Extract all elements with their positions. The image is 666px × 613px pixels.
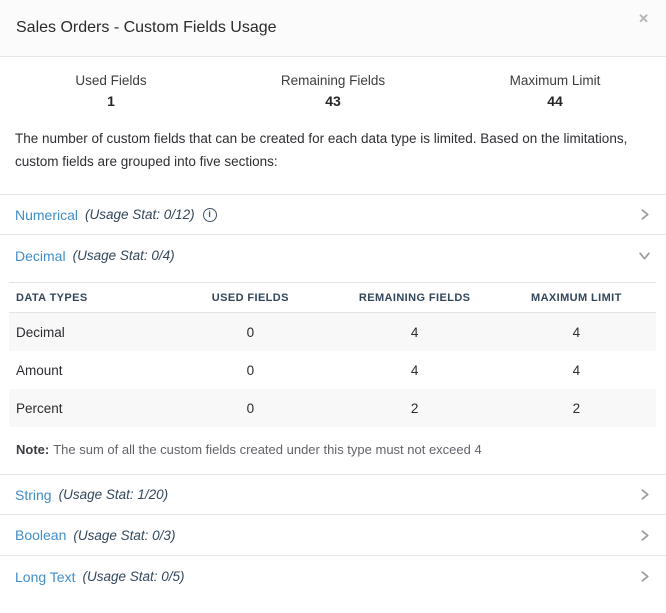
stat-remaining-fields: Remaining Fields 43 (222, 73, 444, 109)
col-header-remaining-fields: Remaining Fields (332, 292, 496, 304)
cell-used: 0 (168, 401, 332, 416)
modal-title: Sales Orders - Custom Fields Usage (16, 19, 277, 37)
info-icon[interactable]: i (203, 208, 217, 222)
usage-stat-string: (Usage Stat: 1/20) (59, 487, 169, 502)
stat-value: 43 (222, 93, 444, 109)
chevron-right-icon (638, 208, 651, 221)
note-text: The sum of all the custom fields created… (53, 442, 482, 457)
table-row: Percent 0 2 2 (9, 389, 656, 427)
cell-remaining: 4 (332, 363, 496, 378)
close-icon[interactable]: ✕ (638, 12, 649, 25)
section-link-long-text[interactable]: Long Text (15, 569, 75, 585)
summary-stats: Used Fields 1 Remaining Fields 43 Maximu… (0, 57, 666, 127)
section-link-boolean[interactable]: Boolean (15, 527, 66, 543)
usage-stat-boolean: (Usage Stat: 0/3) (73, 528, 175, 543)
custom-fields-usage-modal: Sales Orders - Custom Fields Usage ✕ Use… (0, 0, 666, 613)
note-label: Note: (16, 442, 49, 457)
col-header-maximum-limit: Maximum Limit (497, 292, 656, 304)
cell-data-type: Decimal (9, 325, 168, 340)
usage-stat-long-text: (Usage Stat: 0/5) (82, 569, 184, 584)
col-header-data-types: Data Types (9, 292, 168, 304)
stat-used-fields: Used Fields 1 (0, 73, 222, 109)
section-link-decimal[interactable]: Decimal (15, 248, 66, 264)
usage-stat-numerical: (Usage Stat: 0/12) (85, 207, 195, 222)
section-row-decimal[interactable]: Decimal (Usage Stat: 0/4) (0, 235, 666, 276)
col-header-used-fields: Used Fields (168, 292, 332, 304)
section-link-string[interactable]: String (15, 487, 52, 503)
chevron-right-icon (638, 529, 651, 542)
table-note: Note: The sum of all the custom fields cr… (0, 427, 666, 474)
stat-label: Used Fields (0, 73, 222, 88)
chevron-right-icon (638, 488, 651, 501)
cell-used: 0 (168, 325, 332, 340)
stat-value: 1 (0, 93, 222, 109)
stat-value: 44 (444, 93, 666, 109)
section-row-string[interactable]: String (Usage Stat: 1/20) (0, 474, 666, 515)
cell-remaining: 4 (332, 325, 496, 340)
cell-data-type: Percent (9, 401, 168, 416)
table-header-row: Data Types Used Fields Remaining Fields … (9, 283, 656, 313)
section-row-boolean[interactable]: Boolean (Usage Stat: 0/3) (0, 515, 666, 556)
chevron-right-icon (638, 570, 651, 583)
cell-maximum: 4 (497, 325, 656, 340)
modal-header: Sales Orders - Custom Fields Usage ✕ (0, 0, 666, 57)
table-row: Amount 0 4 4 (9, 351, 656, 389)
section-row-long-text[interactable]: Long Text (Usage Stat: 0/5) (0, 556, 666, 597)
stat-label: Remaining Fields (222, 73, 444, 88)
cell-used: 0 (168, 363, 332, 378)
stat-label: Maximum Limit (444, 73, 666, 88)
usage-stat-decimal: (Usage Stat: 0/4) (73, 248, 175, 263)
cell-maximum: 4 (497, 363, 656, 378)
table-row: Decimal 0 4 4 (9, 313, 656, 351)
cell-remaining: 2 (332, 401, 496, 416)
stat-maximum-limit: Maximum Limit 44 (444, 73, 666, 109)
section-row-numerical[interactable]: Numerical (Usage Stat: 0/12) i (0, 194, 666, 235)
decimal-usage-table: Data Types Used Fields Remaining Fields … (9, 282, 656, 427)
cell-maximum: 2 (497, 401, 656, 416)
chevron-down-icon (638, 249, 651, 262)
section-link-numerical[interactable]: Numerical (15, 207, 78, 223)
cell-data-type: Amount (9, 363, 168, 378)
description-text: The number of custom fields that can be … (0, 127, 666, 173)
